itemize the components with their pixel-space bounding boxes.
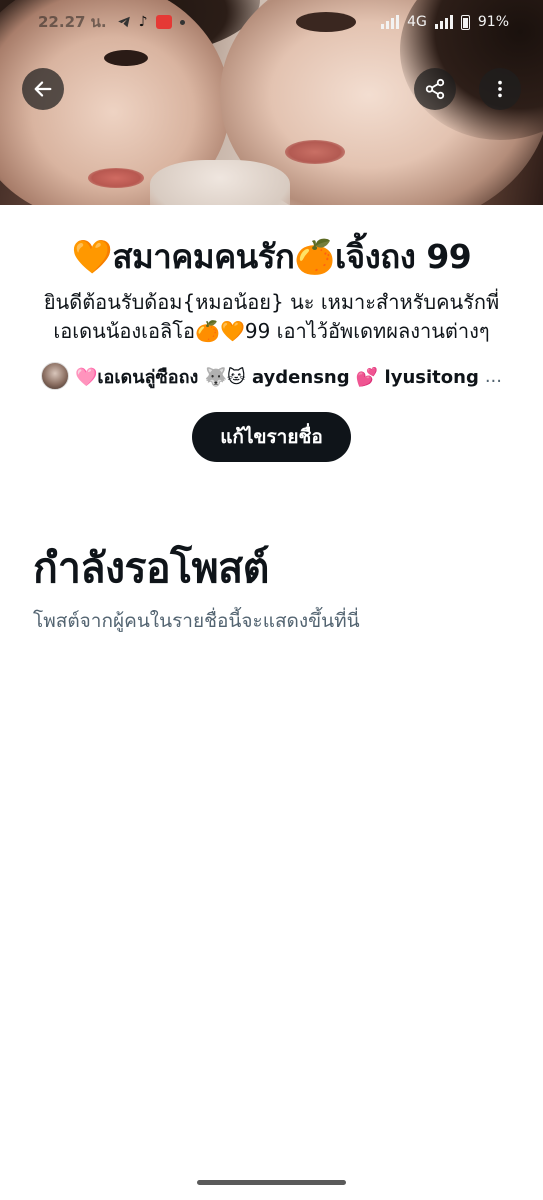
list-description-line-2: เอเดนน้องเอลิโอ🍊🧡99 เอาไว้อัพเดทผลงานต่า… <box>53 319 490 343</box>
list-description-line-1: ยินดีต้อนรับด้อม{หมอน้อย} นะ เหมาะสำหรับ… <box>43 290 500 314</box>
tiktok-icon: ♪ <box>138 14 148 30</box>
arrow-left-icon <box>34 81 52 97</box>
battery-level: 91% <box>477 14 509 30</box>
empty-state-title: กำลังรอโพสต์ <box>33 544 269 592</box>
members-text: 🩷เอเดนลู่ซือถง 🐺🐱 aydensng 💕 lyusitong <box>74 366 479 388</box>
list-members[interactable]: 🩷เอเดนลู่ซือถง 🐺🐱 aydensng 💕 lyusitong .… <box>0 361 543 391</box>
share-icon <box>425 78 445 100</box>
status-bar: 22.27 น. ♪ 4G 91% <box>0 0 543 44</box>
members-ellipsis: ... <box>484 365 502 387</box>
edit-list-button[interactable]: แก้ไขรายชื่อ <box>192 412 351 462</box>
list-description: ยินดีต้อนรับด้อม{หมอน้อย} นะ เหมาะสำหรับ… <box>20 288 523 346</box>
empty-state-subtitle: โพสต์จากผู้คนในรายชื่อนี้จะแสดงขึ้นที่นี… <box>33 610 360 632</box>
network-type: 4G <box>407 14 427 30</box>
back-button[interactable] <box>22 68 64 110</box>
more-vertical-icon <box>498 80 502 98</box>
more-options-button[interactable] <box>479 68 521 110</box>
share-button[interactable] <box>414 68 456 110</box>
app-notification-icon <box>155 15 172 29</box>
wifi-signal-icon <box>381 15 400 29</box>
more-notifications-icon <box>179 19 185 25</box>
telegram-icon <box>117 16 130 28</box>
home-indicator[interactable] <box>197 1180 346 1185</box>
list-screen: 22.27 น. ♪ 4G 91% 🧡สมาคมคนรัก🍊เจิ้งถง 99… <box>0 0 543 1200</box>
cell-signal-icon <box>434 15 453 29</box>
battery-icon <box>460 14 470 30</box>
list-title: 🧡สมาคมคนรัก🍊เจิ้งถง 99 <box>71 237 472 276</box>
member-avatar[interactable] <box>40 362 69 390</box>
status-time: 22.27 น. <box>38 13 107 31</box>
